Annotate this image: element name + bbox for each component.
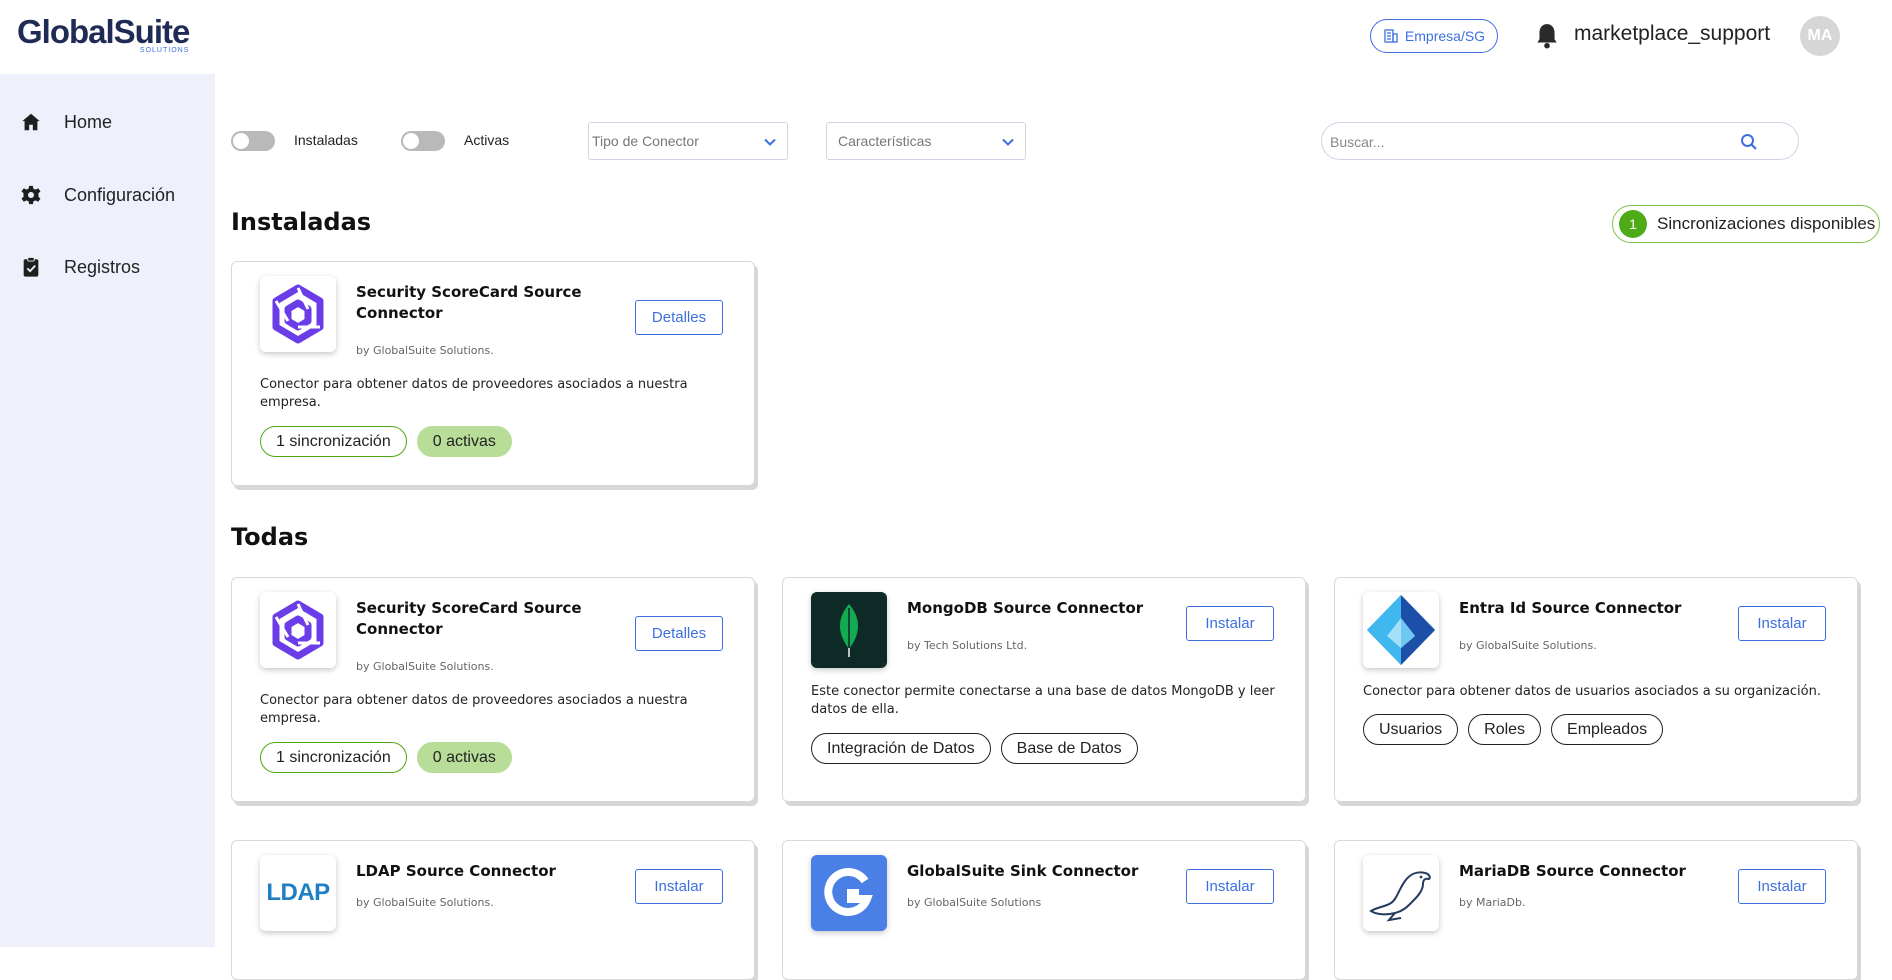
tag-chip: Integración de Datos xyxy=(811,733,991,764)
connector-vendor: by GlobalSuite Solutions. xyxy=(356,660,494,673)
securityscorecard-logo xyxy=(260,276,336,352)
connector-vendor: by Tech Solutions Ltd. xyxy=(907,639,1028,652)
chevron-down-icon xyxy=(764,138,776,146)
details-button[interactable]: Detalles xyxy=(635,616,723,651)
sidebar-item-registros[interactable]: Registros xyxy=(20,256,140,278)
connector-description: Conector para obtener datos de proveedor… xyxy=(260,693,688,726)
sync-available-badge[interactable]: 1 Sincronizaciones disponibles xyxy=(1612,205,1880,243)
mariadb-logo xyxy=(1363,855,1439,931)
ldap-logo-text: LDAP xyxy=(266,879,330,906)
connector-chips: Usuarios Roles Empleados xyxy=(1363,714,1664,745)
securityscorecard-logo xyxy=(260,592,336,668)
tag-chip: Roles xyxy=(1468,714,1542,745)
connector-type-select[interactable]: Tipo de Conector xyxy=(588,122,788,160)
home-icon xyxy=(22,113,40,131)
connector-chips: 1 sincronización 0 activas xyxy=(260,426,512,457)
search-input[interactable]: Buscar... xyxy=(1321,122,1799,160)
install-button[interactable]: Instalar xyxy=(635,869,723,904)
globalsuite-sink-logo xyxy=(811,855,887,931)
sync-count: 1 xyxy=(1619,210,1647,238)
install-button[interactable]: Instalar xyxy=(1738,606,1826,641)
sidebar-item-label: Registros xyxy=(64,256,141,277)
tag-chip: Base de Datos xyxy=(1000,733,1138,764)
active-count-chip: 0 activas xyxy=(416,742,512,773)
connector-name: Security ScoreCard Source Connector xyxy=(356,283,582,322)
connector-vendor: by GlobalSuite Solutions. xyxy=(356,896,494,909)
chevron-down-icon xyxy=(1002,138,1014,146)
connector-name: GlobalSuite Sink Connector xyxy=(907,862,1139,880)
search-icon[interactable] xyxy=(1740,133,1758,151)
sidebar: Home Configuración Registros xyxy=(0,74,215,947)
active-toggle[interactable] xyxy=(401,131,445,151)
connector-name: Entra Id Source Connector xyxy=(1459,599,1682,617)
tenant-selector-button[interactable]: Empresa/SG xyxy=(1370,19,1498,53)
g-logo-icon xyxy=(824,868,873,916)
connector-card-globalsuite-sink[interactable]: GlobalSuite Sink Connector by GlobalSuit… xyxy=(782,840,1306,980)
install-button[interactable]: Instalar xyxy=(1186,869,1274,904)
connector-name: MongoDB Source Connector xyxy=(907,599,1144,617)
active-count-chip: 0 activas xyxy=(416,426,512,457)
connector-name: LDAP Source Connector xyxy=(356,862,556,880)
connector-card-entra-id[interactable]: Entra Id Source Connector by GlobalSuite… xyxy=(1334,577,1858,802)
leaf-icon xyxy=(839,604,859,657)
mongodb-logo xyxy=(811,592,887,668)
features-select[interactable]: Características xyxy=(826,122,1026,160)
connector-vendor: by MariaDb. xyxy=(1459,896,1526,909)
brand-logo[interactable]: GlobalSuite SOLUTIONS xyxy=(17,13,190,55)
connector-description: Conector para obtener datos de proveedor… xyxy=(260,377,688,410)
installed-toggle[interactable] xyxy=(231,131,275,151)
connector-description: Conector para obtener datos de usuarios … xyxy=(1363,684,1821,699)
sync-count-chip: 1 sincronización xyxy=(260,426,407,457)
tag-chip: Usuarios xyxy=(1363,714,1459,745)
all-section-title: Todas xyxy=(231,523,309,551)
connector-card-mariadb[interactable]: MariaDB Source Connector by MariaDb. Ins… xyxy=(1334,840,1858,980)
sidebar-item-label: Configuración xyxy=(64,184,176,205)
installed-toggle-label: Instaladas xyxy=(294,132,358,148)
connector-chips: 1 sincronización 0 activas xyxy=(260,742,512,773)
connector-card-installed-securityscorecard[interactable]: Security ScoreCard Source Connector by G… xyxy=(231,261,755,486)
connector-card-ldap[interactable]: LDAP LDAP Source Connector by GlobalSuit… xyxy=(231,840,755,980)
sync-count-chip: 1 sincronización xyxy=(260,742,407,773)
entra-id-logo xyxy=(1363,592,1439,668)
connector-name: Security ScoreCard Source Connector xyxy=(356,599,582,638)
connector-vendor: by GlobalSuite Solutions. xyxy=(356,344,494,357)
connector-description: Este conector permite conectarse a una b… xyxy=(811,684,1275,717)
installed-section-title: Instaladas xyxy=(231,208,372,236)
seal-logo-icon xyxy=(1369,871,1431,922)
install-button[interactable]: Instalar xyxy=(1186,606,1274,641)
hexagon-logo-icon xyxy=(272,600,324,660)
ldap-logo: LDAP xyxy=(260,855,336,931)
sidebar-item-configuracion[interactable]: Configuración xyxy=(20,184,175,206)
top-bar: GlobalSuite SOLUTIONS Empresa/SG marketp… xyxy=(0,0,1892,74)
features-placeholder: Características xyxy=(838,133,932,149)
sidebar-item-home[interactable]: Home xyxy=(20,111,112,133)
sync-label: Sincronizaciones disponibles xyxy=(1657,214,1876,233)
connector-card-securityscorecard[interactable]: Security ScoreCard Source Connector by G… xyxy=(231,577,755,802)
connector-type-placeholder: Tipo de Conector xyxy=(592,133,699,149)
install-button[interactable]: Instalar xyxy=(1738,869,1826,904)
hexagon-logo-icon xyxy=(272,284,324,344)
clipboard-icon xyxy=(23,256,39,277)
tenant-label: Empresa/SG xyxy=(1404,28,1486,44)
avatar[interactable]: MA xyxy=(1800,16,1840,56)
connector-chips: Integración de Datos Base de Datos xyxy=(811,733,1138,764)
active-toggle-label: Activas xyxy=(464,132,510,148)
sidebar-item-label: Home xyxy=(64,111,113,132)
logo-subtitle: SOLUTIONS xyxy=(139,47,190,54)
pyramid-logo-icon xyxy=(1367,595,1435,665)
details-button[interactable]: Detalles xyxy=(635,300,723,335)
bell-icon[interactable] xyxy=(1534,22,1560,50)
gear-icon xyxy=(21,185,41,205)
connector-vendor: by GlobalSuite Solutions. xyxy=(1459,639,1597,652)
tag-chip: Empleados xyxy=(1551,714,1664,745)
search-placeholder: Buscar... xyxy=(1330,134,1385,150)
connector-card-mongodb[interactable]: MongoDB Source Connector by Tech Solutio… xyxy=(782,577,1306,802)
username-label[interactable]: marketplace_support xyxy=(1574,22,1770,46)
building-icon xyxy=(1384,29,1398,43)
connector-vendor: by GlobalSuite Solutions xyxy=(907,896,1042,909)
connector-name: MariaDB Source Connector xyxy=(1459,862,1686,880)
logo-wordmark: GlobalSuite xyxy=(17,13,190,50)
